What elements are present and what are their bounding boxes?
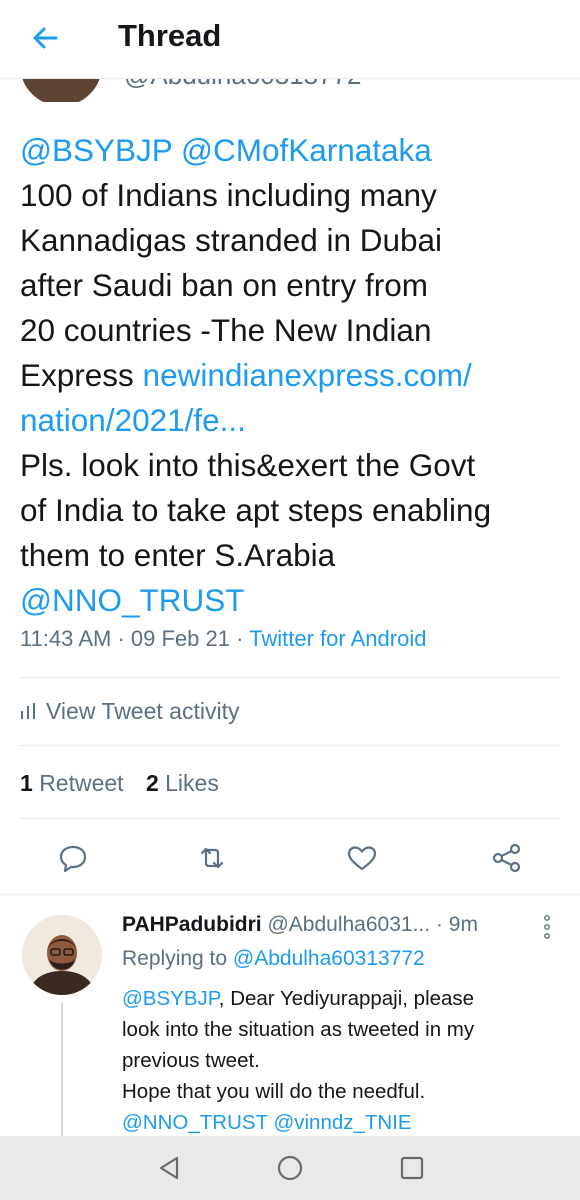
- mention-link[interactable]: @BSYBJP: [20, 132, 172, 168]
- mention-link[interactable]: @vinndz_TNIE: [273, 1111, 411, 1134]
- retweets-count: 1: [20, 770, 33, 796]
- likes-stat[interactable]: 2 Likes: [146, 770, 219, 796]
- page-title: Thread: [118, 18, 222, 53]
- replying-prefix: Replying to: [122, 947, 233, 970]
- mention-link[interactable]: @BSYBJP: [122, 987, 219, 1010]
- retweet-icon[interactable]: [194, 840, 230, 876]
- bar-chart-icon: [20, 699, 36, 726]
- square-recents-icon[interactable]: [394, 1150, 430, 1186]
- tweet-line: after Saudi ban on entry from: [20, 267, 428, 303]
- activity-label: View Tweet activity: [46, 698, 240, 724]
- article-link[interactable]: nation/2021/fe...: [20, 402, 246, 438]
- tweet-actions: [0, 836, 580, 880]
- heart-icon[interactable]: [344, 840, 380, 876]
- thread-line: [61, 1003, 63, 1143]
- tweet-time: 11:43 AM: [20, 626, 112, 651]
- retweets-label: Retweet: [39, 770, 124, 796]
- divider: [20, 677, 560, 678]
- reply-line: Hope that you will do the needful.: [122, 1080, 426, 1103]
- reply-age: 9m: [448, 913, 478, 936]
- divider: [20, 745, 560, 746]
- reply-line: , Dear Yediyurappaji, please: [218, 987, 475, 1010]
- triangle-back-icon[interactable]: [152, 1150, 188, 1186]
- separator-dot: ·: [435, 913, 443, 936]
- separator-dot: ·: [117, 626, 125, 651]
- mention-link[interactable]: @Abdulha60313772: [233, 947, 425, 970]
- retweets-stat[interactable]: 1 Retweet: [20, 770, 124, 796]
- mention-link[interactable]: @NNO_TRUST: [20, 582, 244, 618]
- circle-home-icon[interactable]: [272, 1150, 308, 1186]
- reply-line: previous tweet.: [122, 1049, 260, 1072]
- tweet-date: 09 Feb 21: [130, 626, 230, 651]
- system-nav-bar: [0, 1136, 580, 1200]
- tweet-meta: 11:43 AM · 09 Feb 21 · Twitter for Andro…: [20, 626, 426, 652]
- divider: [20, 818, 560, 819]
- tweet-source-link[interactable]: Twitter for Android: [249, 626, 426, 651]
- tweet-line: Kannadigas stranded in Dubai: [20, 222, 443, 258]
- mention-link[interactable]: @NNO_TRUST: [122, 1111, 268, 1134]
- view-tweet-activity-button[interactable]: View Tweet activity: [20, 698, 239, 726]
- reply-text: @BSYBJP, Dear Yediyurappaji, please look…: [122, 983, 562, 1138]
- reply-tweet[interactable]: PAHPadubidri @Abdulha6031... · 9m Replyi…: [0, 895, 580, 1143]
- reply-author-handle: @Abdulha6031...: [267, 913, 431, 936]
- avatar[interactable]: [22, 915, 102, 995]
- mention-link[interactable]: @CMofKarnataka: [181, 132, 432, 168]
- reply-line: look into the situation as tweeted in my: [122, 1018, 475, 1041]
- tweet-line: of India to take apt steps enabling: [20, 492, 492, 528]
- arrow-left-icon[interactable]: [26, 20, 66, 56]
- tweet-line: 20 countries -The New Indian: [20, 312, 432, 348]
- article-link[interactable]: newindianexpress.com/: [143, 357, 472, 393]
- tweet-stats: 1 Retweet 2 Likes: [20, 770, 235, 797]
- comment-icon[interactable]: [55, 840, 91, 876]
- more-options-icon[interactable]: [540, 913, 554, 941]
- share-icon[interactable]: [489, 840, 525, 876]
- tweet-line: Pls. look into this&exert the Govt: [20, 447, 476, 483]
- tweet-line: them to enter S.Arabia: [20, 537, 336, 573]
- reply-header: PAHPadubidri @Abdulha6031... · 9m: [122, 913, 478, 937]
- tweet-line: Express: [20, 357, 143, 393]
- reply-author-name[interactable]: PAHPadubidri: [122, 913, 262, 936]
- likes-label: Likes: [165, 770, 219, 796]
- likes-count: 2: [145, 770, 159, 796]
- replying-to: Replying to @Abdulha60313772: [122, 947, 425, 971]
- top-bar: Thread: [0, 0, 580, 79]
- tweet-line: 100 of Indians including many: [20, 177, 437, 213]
- separator-dot: ·: [236, 626, 244, 651]
- tweet-text: @BSYBJP @CMofKarnataka 100 of Indians in…: [20, 128, 565, 623]
